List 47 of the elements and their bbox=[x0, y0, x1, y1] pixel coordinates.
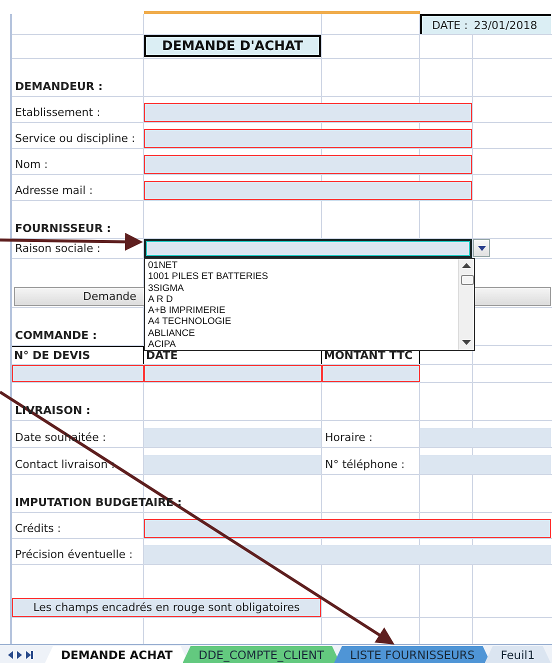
required-fields-note: Les champs encadrés en rouge sont obligatoires bbox=[12, 598, 321, 617]
field-label: Précision éventuelle : bbox=[14, 548, 133, 563]
input-field[interactable] bbox=[144, 129, 472, 148]
input-cell[interactable] bbox=[144, 365, 322, 382]
dropdown-option[interactable]: ABLIANCE bbox=[148, 328, 458, 340]
next-sheet-icon[interactable] bbox=[17, 651, 22, 659]
last-sheet-icon[interactable] bbox=[26, 651, 33, 659]
field-label: Contact livraison : bbox=[14, 458, 115, 473]
section-heading: IMPUTATION BUDGETAIRE : bbox=[14, 496, 182, 511]
field-label: Etablissement : bbox=[14, 106, 100, 121]
dropdown-option[interactable]: A R D bbox=[148, 294, 458, 306]
section-heading: DEMANDEUR : bbox=[14, 80, 103, 95]
field-label: N° téléphone : bbox=[324, 458, 405, 473]
field-label: Horaire : bbox=[324, 431, 373, 446]
caret-icon bbox=[478, 246, 486, 250]
field-label: Crédits : bbox=[14, 522, 62, 537]
section-heading: COMMANDE : bbox=[14, 329, 97, 344]
input-field[interactable] bbox=[144, 519, 551, 538]
input-field[interactable] bbox=[144, 181, 472, 200]
input-field[interactable] bbox=[144, 155, 472, 174]
scroll-thumb[interactable] bbox=[461, 275, 474, 285]
dropdown-option[interactable]: A4 TECHNOLOGIE bbox=[148, 316, 458, 328]
input-field[interactable] bbox=[420, 455, 551, 474]
sheet-tab[interactable]: Feuil1 bbox=[484, 646, 551, 663]
field-label: Adresse mail : bbox=[14, 184, 93, 199]
date-box: DATE : 23/01/2018 bbox=[420, 14, 551, 34]
section-heading: FOURNISSEUR : bbox=[14, 222, 112, 237]
input-field[interactable] bbox=[144, 545, 551, 564]
field-label: Raison sociale : bbox=[14, 242, 100, 257]
previous-sheet-icon[interactable] bbox=[8, 651, 13, 659]
input-field[interactable] bbox=[144, 455, 321, 474]
input-field[interactable] bbox=[144, 428, 321, 447]
dropdown-option[interactable]: A+B IMPRIMERIE bbox=[148, 305, 458, 316]
combo-field[interactable] bbox=[144, 239, 472, 258]
scrollbar[interactable] bbox=[458, 259, 474, 350]
field-label: Service ou discipline : bbox=[14, 132, 136, 147]
input-cell[interactable] bbox=[12, 365, 144, 382]
input-field[interactable] bbox=[420, 428, 551, 447]
form-title: DEMANDE D'ACHAT bbox=[144, 35, 321, 57]
scroll-up-icon[interactable] bbox=[462, 263, 471, 269]
field-label: Nom : bbox=[14, 158, 48, 173]
dropdown-option[interactable]: 3SIGMA bbox=[148, 282, 458, 294]
dropdown-option[interactable]: 1001 PILES ET BATTERIES bbox=[148, 271, 458, 283]
input-cell[interactable] bbox=[322, 365, 420, 382]
input-field[interactable] bbox=[144, 103, 472, 122]
dropdown-button[interactable] bbox=[473, 239, 490, 257]
dropdown-option[interactable]: 01NET bbox=[148, 260, 458, 272]
